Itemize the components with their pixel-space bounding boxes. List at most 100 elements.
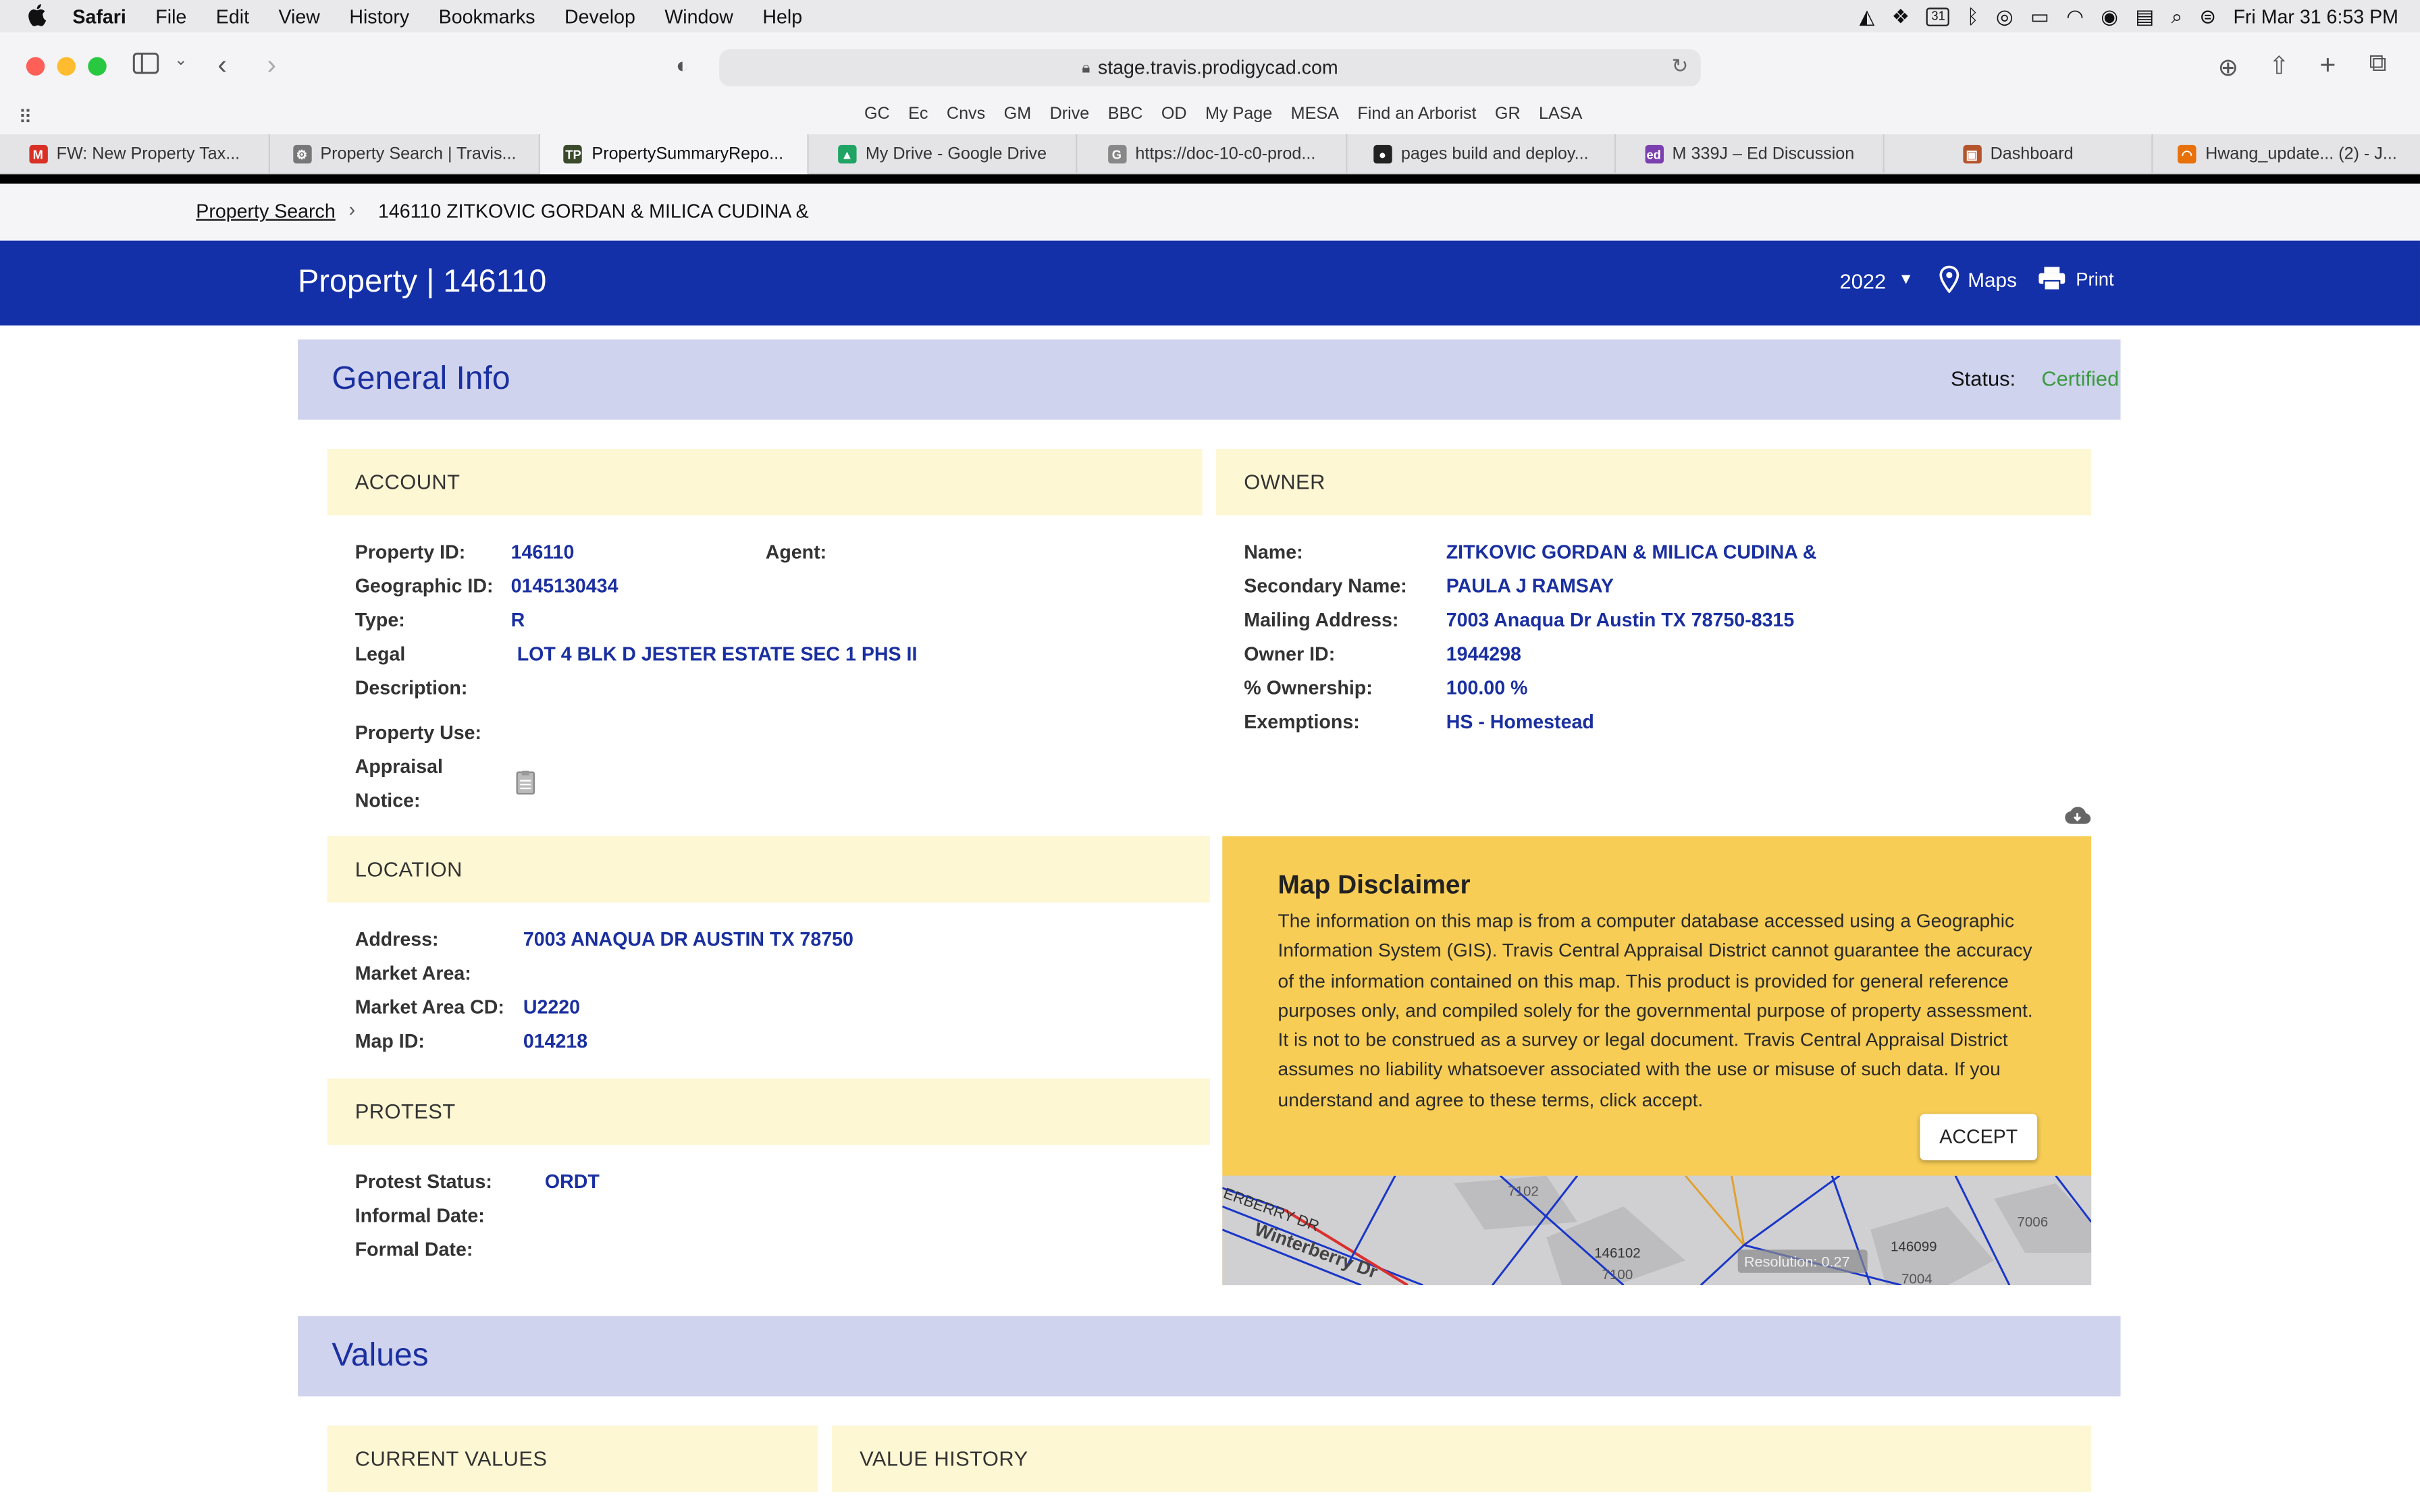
minimize-window-button[interactable] — [57, 57, 76, 76]
browser-tab[interactable]: TP PropertySummaryRepo... — [540, 134, 809, 175]
menu-app-safari[interactable]: Safari — [72, 5, 126, 27]
parcel-map[interactable]: 7102 146102 7100 146099 7006 7004 ERBERR… — [1222, 1175, 2092, 1285]
market-area-cd-value: U2220 — [523, 996, 581, 1019]
zoom-window-button[interactable] — [88, 57, 107, 76]
new-tab-icon[interactable]: + — [2319, 49, 2336, 82]
browser-tab[interactable]: ◠ Hwang_update... (2) - J... — [2153, 134, 2420, 174]
tab-label: Property Search | Travis... — [320, 144, 517, 164]
tab-label: M 339J – Ed Discussion — [1672, 144, 1855, 164]
apple-menu-icon[interactable] — [26, 2, 51, 30]
tab-label: Hwang_update... (2) - J... — [2205, 144, 2397, 164]
breadcrumb-property-search-link[interactable]: Property Search — [196, 200, 335, 222]
menubar-clock[interactable]: Fri Mar 31 6:53 PM — [2233, 5, 2398, 27]
favorite-item[interactable]: GR — [1495, 105, 1521, 123]
forward-icon[interactable]: › — [267, 49, 276, 82]
values-header: Values — [298, 1316, 2121, 1397]
favorite-item[interactable]: Find an Arborist — [1357, 105, 1476, 123]
dropbox-icon[interactable]: ❖ — [1892, 5, 1910, 26]
tab-favicon-icon: ◠ — [2177, 144, 2197, 164]
values-title: Values — [332, 1337, 429, 1374]
drive-status-icon[interactable]: ◭ — [1860, 5, 1875, 26]
tab-label: FW: New Property Tax... — [56, 144, 240, 164]
favorite-item[interactable]: Cnvs — [947, 105, 985, 123]
map-lot-label: 7102 — [1508, 1183, 1539, 1199]
reload-icon[interactable]: ↻ — [1672, 54, 1689, 79]
keyboard-icon[interactable]: ▤ — [2135, 5, 2154, 26]
menu-window[interactable]: Window — [664, 5, 733, 27]
market-area-cd-label: Market Area CD: — [354, 996, 504, 1019]
favorite-item[interactable]: BBC — [1108, 105, 1143, 123]
menu-view[interactable]: View — [278, 5, 319, 27]
close-window-button[interactable] — [26, 57, 45, 76]
menu-develop[interactable]: Develop — [564, 5, 635, 27]
print-button[interactable]: Print — [2037, 265, 2114, 292]
favorite-item[interactable]: OD — [1161, 105, 1187, 123]
owner-id-value: 1944298 — [1446, 643, 1521, 666]
property-use-label: Property Use: — [354, 722, 482, 744]
menu-bookmarks[interactable]: Bookmarks — [439, 5, 535, 27]
favorite-item[interactable]: GC — [864, 105, 890, 123]
favorite-item[interactable]: LASA — [1539, 105, 1582, 123]
ownership-label: % Ownership: — [1244, 677, 1373, 699]
bluetooth-icon[interactable]: ᛒ — [1967, 5, 1979, 26]
appraisal-notice-label: Appraisal — [354, 755, 443, 778]
browser-tab[interactable]: M FW: New Property Tax... — [0, 134, 270, 175]
menu-edit[interactable]: Edit — [216, 5, 249, 27]
print-label: Print — [2076, 267, 2114, 290]
spotlight-search-icon[interactable]: ⌕ — [2172, 5, 2183, 26]
market-area-label: Market Area: — [354, 963, 471, 985]
address-bar[interactable]: 🔒︎ stage.travis.prodigycad.com ↻ — [719, 49, 1701, 86]
value-history-section-header: VALUE HISTORY — [831, 1425, 2092, 1492]
menu-help[interactable]: Help — [762, 5, 802, 27]
breadcrumb-current: 146110 ZITKOVIC GORDAN & MILICA CUDINA & — [377, 200, 809, 223]
sidebar-toggle-icon[interactable] — [132, 52, 159, 82]
type-value: R — [510, 609, 525, 631]
property-id-value: 146110 — [510, 541, 575, 564]
owner-name-value: ZITKOVIC GORDAN & MILICA CUDINA & — [1446, 541, 1817, 564]
wifi-icon[interactable]: ◠ — [2066, 5, 2084, 26]
battery-icon[interactable]: ▭ — [2030, 5, 2049, 26]
cloud-download-icon[interactable] — [2063, 805, 2091, 832]
user-icon[interactable]: ◉ — [2101, 5, 2118, 26]
accept-button[interactable]: ACCEPT — [1920, 1114, 2038, 1160]
favorite-item[interactable]: MESA — [1291, 105, 1339, 123]
privacy-shield-icon[interactable]: ◐ — [676, 53, 689, 78]
caret-down-icon[interactable]: ▼ — [1898, 271, 1914, 288]
document-icon[interactable] — [515, 770, 535, 803]
control-center-icon[interactable]: ⊜ — [2199, 5, 2216, 26]
share-icon[interactable]: ⇧ — [2269, 51, 2290, 82]
calendar-icon[interactable]: 31 — [1926, 7, 1950, 26]
type-label: Type: — [354, 609, 405, 631]
favorite-item[interactable]: Ec — [908, 105, 928, 123]
web-page: Property Search › 146110 ZITKOVIC GORDAN… — [0, 183, 2420, 1512]
map-lot-label: 7100 — [1602, 1267, 1633, 1282]
favorite-item[interactable]: Drive — [1050, 105, 1090, 123]
downloads-icon[interactable]: ⊕ — [2218, 53, 2239, 84]
browser-tab[interactable]: ▣ Dashboard — [1885, 134, 2153, 175]
browser-tab[interactable]: ● pages build and deploy... — [1347, 134, 1616, 175]
back-icon[interactable]: ‹ — [217, 49, 227, 82]
chevron-down-icon[interactable]: ⌄ — [174, 53, 187, 70]
year-select[interactable]: 2022 — [1840, 270, 1887, 293]
map-disclaimer: Map Disclaimer The information on this m… — [1222, 836, 2092, 1285]
map-pin-icon — [1939, 265, 1959, 294]
map-lot-label: 7004 — [1901, 1272, 1932, 1285]
browser-tab[interactable]: ed M 339J – Ed Discussion — [1616, 134, 1885, 175]
protest-status-label: Protest Status: — [354, 1170, 492, 1193]
general-info-header: General Info Status: Certified — [298, 339, 2121, 420]
map-id-value: 014218 — [523, 1030, 588, 1052]
tab-overview-icon[interactable]: ⧉ — [2369, 51, 2387, 78]
menu-history[interactable]: History — [349, 5, 409, 27]
airdrop-icon[interactable]: ◎ — [1996, 5, 2014, 26]
menu-file[interactable]: File — [155, 5, 186, 27]
grid-icon[interactable]: ⠿ — [18, 107, 32, 128]
browser-tab[interactable]: Ghttps://doc-10-c0-prod... — [1077, 134, 1348, 175]
general-info-title: General Info — [332, 360, 510, 397]
appraisal-notice-label-cont: Notice: — [354, 790, 421, 812]
browser-tab[interactable]: ⚙ Property Search | Travis... — [270, 134, 540, 175]
favorite-item[interactable]: GM — [1004, 105, 1032, 123]
browser-toolbar: ⌄ ‹ › ◐ 🔒︎ stage.travis.prodigycad.com ↻… — [0, 32, 2420, 101]
browser-tab[interactable]: ▲ My Drive - Google Drive — [809, 134, 1078, 175]
maps-button[interactable]: Maps — [1939, 265, 2017, 294]
favorite-item[interactable]: My Page — [1205, 105, 1272, 123]
